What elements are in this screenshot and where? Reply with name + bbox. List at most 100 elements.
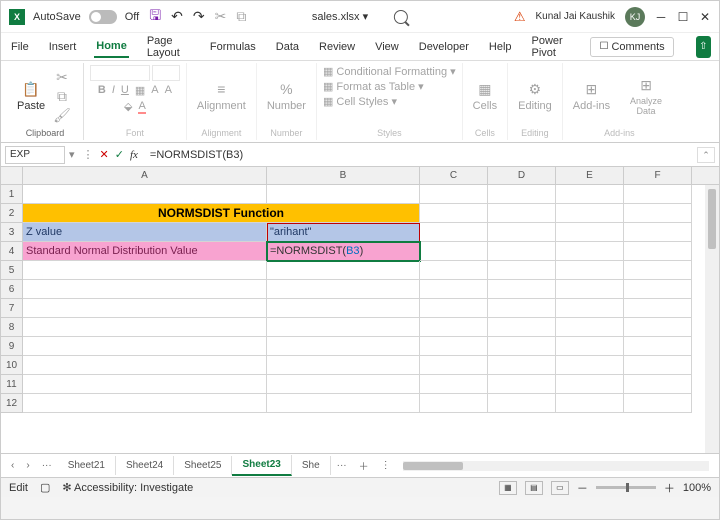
cell[interactable] [556,204,624,223]
comments-button[interactable]: ☐ Comments [590,37,673,57]
cell[interactable] [556,375,624,394]
tab-data[interactable]: Data [274,37,301,57]
undo-icon[interactable]: ↶ [171,8,183,25]
row-header[interactable]: 10 [1,356,23,375]
italic-button[interactable]: I [112,84,115,97]
cell-styles-button[interactable]: ▦ Cell Styles ▾ [323,95,397,108]
warning-icon[interactable]: ⚠ [514,9,526,25]
tab-file[interactable]: File [9,37,31,57]
record-macro-icon[interactable]: ▢ [40,481,50,494]
cell[interactable] [624,337,692,356]
cell[interactable] [556,394,624,413]
cell[interactable] [23,356,267,375]
col-header-B[interactable]: B [267,167,420,184]
cell[interactable] [556,280,624,299]
row-header[interactable]: 4 [1,242,23,261]
spreadsheet-grid[interactable]: A B C D E F 1 2NORMSDIST Function 3Z val… [1,167,719,453]
cell[interactable] [23,299,267,318]
name-box[interactable]: EXP [5,146,65,164]
cell[interactable] [23,185,267,204]
toggle-icon[interactable] [89,10,117,24]
row-header[interactable]: 6 [1,280,23,299]
col-header-E[interactable]: E [556,167,624,184]
cell-title[interactable]: NORMSDIST Function [23,204,420,223]
format-as-table-button[interactable]: ▦ Format as Table ▾ [323,80,424,93]
cell[interactable] [420,375,488,394]
share-button[interactable]: ⇧ [696,36,711,58]
bold-button[interactable]: B [98,84,106,97]
row-header[interactable]: 2 [1,204,23,223]
cell[interactable] [556,318,624,337]
cell[interactable] [420,261,488,280]
cell[interactable] [624,299,692,318]
formula-input[interactable]: =NORMSDIST(B3) [146,149,693,161]
accessibility-status[interactable]: ✻ Accessibility: Investigate [62,481,193,494]
search-icon[interactable] [394,10,408,24]
cell[interactable] [420,356,488,375]
sheet-tab[interactable]: Sheet25 [174,456,232,475]
row-header[interactable]: 9 [1,337,23,356]
zoom-out-icon[interactable]: － [577,480,588,496]
row-header[interactable]: 1 [1,185,23,204]
cell[interactable] [624,204,692,223]
close-icon[interactable]: ✕ [699,11,711,23]
cell[interactable] [556,299,624,318]
cell[interactable] [267,356,420,375]
sheet-tab[interactable]: Sheet21 [58,456,116,475]
avatar[interactable]: KJ [625,7,645,27]
border-icon[interactable]: ▦ [135,84,145,97]
col-header-D[interactable]: D [488,167,556,184]
zoom-in-icon[interactable]: ＋ [664,480,675,496]
row-header[interactable]: 7 [1,299,23,318]
tab-formulas[interactable]: Formulas [208,37,258,57]
cell[interactable] [267,394,420,413]
cell[interactable] [420,280,488,299]
alignment-button[interactable]: ≡Alignment [193,78,250,114]
cell[interactable] [488,299,556,318]
cell-B3[interactable]: "arihant" [267,223,420,242]
col-header-A[interactable]: A [23,167,267,184]
tab-home[interactable]: Home [94,36,129,58]
copy-icon[interactable]: ⧉ [236,8,246,25]
cell[interactable] [420,394,488,413]
row-header[interactable]: 11 [1,375,23,394]
cell[interactable] [23,337,267,356]
cell[interactable] [624,280,692,299]
maximize-icon[interactable]: ☐ [677,11,689,23]
tab-power-pivot[interactable]: Power Pivot [530,31,575,63]
analyze-data-button[interactable]: ⊞Analyze Data [622,74,670,118]
page-break-view-icon[interactable]: ▭ [551,481,569,495]
cell[interactable] [23,318,267,337]
cell[interactable] [488,261,556,280]
cell[interactable] [488,375,556,394]
sheet-tab[interactable]: She [292,456,331,475]
cut-icon[interactable]: ✂ [215,8,227,25]
tab-help[interactable]: Help [487,37,514,57]
row-header[interactable]: 12 [1,394,23,413]
cell[interactable] [420,204,488,223]
zoom-slider[interactable] [596,486,656,489]
cell[interactable] [420,185,488,204]
cut-icon[interactable]: ✂ [53,69,71,86]
cell[interactable] [556,185,624,204]
cell[interactable] [624,242,692,261]
cell[interactable] [624,318,692,337]
cell[interactable] [23,280,267,299]
cell[interactable] [488,356,556,375]
cell[interactable] [624,223,692,242]
col-header-C[interactable]: C [420,167,488,184]
cell-A3[interactable]: Z value [23,223,267,242]
number-button[interactable]: %Number [263,78,310,114]
new-sheet-icon[interactable]: ＋ [353,458,375,473]
zoom-level[interactable]: 100% [683,482,711,494]
cell[interactable] [488,318,556,337]
copy-icon[interactable]: ⧉ [53,88,71,105]
cell[interactable] [267,318,420,337]
enter-formula-icon[interactable]: ✓ [115,148,124,161]
cell[interactable] [267,185,420,204]
cell[interactable] [267,299,420,318]
expand-formula-icon[interactable]: ⌃ [697,147,715,163]
cell[interactable] [420,299,488,318]
cell[interactable] [556,223,624,242]
cell[interactable] [267,261,420,280]
